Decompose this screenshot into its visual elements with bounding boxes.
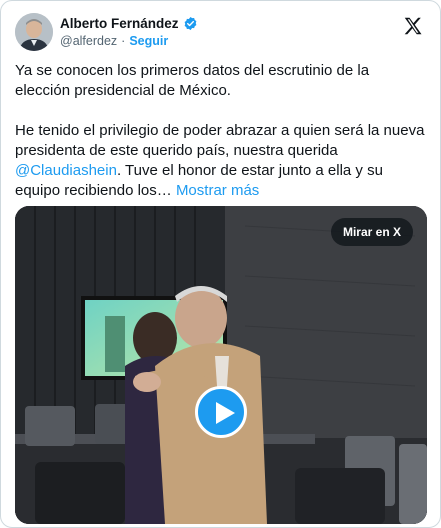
follow-button[interactable]: Seguir xyxy=(129,34,168,48)
mention-link[interactable]: @Claudiashein xyxy=(15,162,117,179)
x-logo-icon[interactable] xyxy=(402,15,424,37)
verified-badge-icon xyxy=(183,16,198,31)
separator-dot: · xyxy=(121,34,126,48)
author-name[interactable]: Alberto Fernández xyxy=(60,16,179,31)
author-handle[interactable]: @alferdez xyxy=(60,34,117,48)
watch-on-x-button[interactable]: Mirar en X xyxy=(330,218,413,246)
tweet-text: Ya se conocen los primeros datos del esc… xyxy=(15,61,425,221)
tweet-header: Alberto Fernández @alferdez · Seguir xyxy=(15,13,426,53)
avatar[interactable] xyxy=(15,13,53,51)
play-icon xyxy=(216,402,235,424)
tweet-paragraph-1: Ya se conocen los primeros datos del esc… xyxy=(15,62,370,99)
tweet-paragraph-2: He tenido el privilegio de poder abrazar… xyxy=(15,121,425,201)
paragraph-2-start: He tenido el privilegio de poder abrazar… xyxy=(15,122,425,159)
tweet-card: Alberto Fernández @alferdez · Seguir Ya … xyxy=(0,0,441,528)
show-more-link[interactable]: Mostrar más xyxy=(176,182,259,199)
video-thumbnail xyxy=(15,206,427,524)
play-button[interactable] xyxy=(195,386,247,438)
video-player[interactable]: Mirar en X xyxy=(15,206,427,524)
author-info: Alberto Fernández @alferdez · Seguir xyxy=(60,15,198,48)
